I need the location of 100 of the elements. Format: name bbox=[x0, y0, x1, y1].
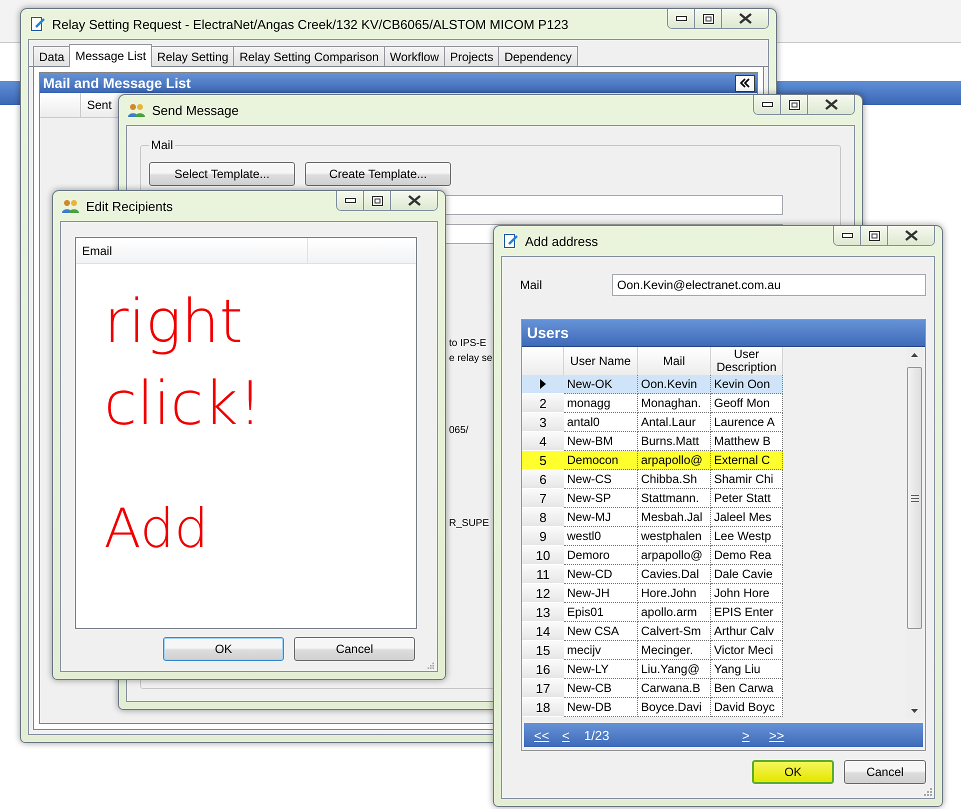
table-cell: New-MJ bbox=[564, 508, 638, 527]
table-cell: Demoro bbox=[564, 546, 638, 565]
table-cell: Jaleel Mes bbox=[711, 508, 783, 527]
table-cell: Chibba.Sh bbox=[638, 470, 711, 489]
tab[interactable]: Data bbox=[33, 46, 70, 66]
minimize-button[interactable] bbox=[337, 191, 364, 210]
table-cell: New-CB bbox=[564, 679, 638, 698]
minimize-button[interactable] bbox=[668, 9, 695, 28]
panel-title: Mail and Message List bbox=[43, 75, 191, 91]
table-cell: Dale Cavie bbox=[711, 565, 783, 584]
maximize-icon bbox=[788, 100, 800, 110]
resize-grip-icon[interactable] bbox=[922, 786, 932, 796]
resize-grip-icon[interactable] bbox=[425, 661, 435, 669]
close-button[interactable] bbox=[888, 226, 934, 245]
ok-button[interactable]: OK bbox=[752, 760, 834, 784]
close-icon bbox=[824, 99, 838, 110]
maximize-button[interactable] bbox=[695, 9, 722, 28]
scroll-thumb[interactable] bbox=[907, 367, 922, 629]
table-cell: antal0 bbox=[564, 413, 638, 432]
table-cell: arpapollo@ bbox=[638, 451, 711, 470]
row-number: 8 bbox=[539, 510, 547, 524]
close-button[interactable] bbox=[391, 191, 437, 210]
column-header: Email bbox=[76, 238, 308, 263]
table-cell: Ben Carwa bbox=[711, 679, 783, 698]
table-cell: Kevin Oon bbox=[711, 375, 783, 394]
maximize-icon bbox=[868, 230, 880, 240]
column-header[interactable]: Mail bbox=[638, 347, 711, 375]
table-cell: Boyce.Davi bbox=[638, 698, 711, 717]
handwritten-note: click! bbox=[104, 374, 262, 434]
close-button[interactable] bbox=[722, 9, 768, 28]
close-icon bbox=[408, 195, 420, 206]
collapse-button[interactable] bbox=[735, 74, 755, 92]
window-title: Send Message bbox=[152, 102, 239, 118]
table-cell: Arthur Calv bbox=[711, 622, 783, 641]
maximize-button[interactable] bbox=[861, 226, 888, 245]
cancel-button[interactable]: Cancel bbox=[844, 760, 926, 784]
close-icon bbox=[738, 13, 752, 24]
row-number: 9 bbox=[539, 528, 547, 544]
maximize-icon bbox=[372, 196, 382, 206]
tab[interactable]: Relay Setting Comparison bbox=[233, 46, 385, 66]
row-number: 13 bbox=[536, 604, 550, 620]
close-button[interactable] bbox=[808, 95, 854, 114]
column-header[interactable]: User Description bbox=[711, 347, 783, 375]
row-number: 3 bbox=[539, 414, 547, 430]
table-cell: Liu.Yang@ bbox=[638, 660, 711, 679]
table-cell: Democon bbox=[564, 451, 638, 470]
maximize-button[interactable] bbox=[781, 95, 808, 114]
minimize-button[interactable] bbox=[754, 95, 781, 114]
tab[interactable]: Workflow bbox=[384, 46, 445, 66]
table-cell: Victor Meci bbox=[711, 641, 783, 660]
table-cell: Yang Liu bbox=[711, 660, 783, 679]
cancel-button[interactable]: Cancel bbox=[294, 637, 415, 661]
tab[interactable]: Message List bbox=[69, 44, 152, 67]
table-cell: John Hore bbox=[711, 584, 783, 603]
next-page-link[interactable]: > bbox=[742, 728, 769, 742]
table-cell: New CSA bbox=[564, 622, 638, 641]
table-cell: Oon.Kevin bbox=[638, 375, 711, 394]
people-icon bbox=[128, 102, 146, 118]
minimize-icon bbox=[676, 16, 686, 21]
template-button[interactable]: Select Template... bbox=[149, 162, 295, 186]
table-cell: Peter Statt bbox=[711, 489, 783, 508]
mail-field[interactable]: Oon.Kevin@electranet.com.au bbox=[612, 274, 926, 296]
people-icon bbox=[62, 198, 80, 214]
row-number: 18 bbox=[536, 700, 550, 714]
row-number: 10 bbox=[536, 548, 550, 562]
table-cell: Mecinger. bbox=[638, 641, 711, 660]
maximize-button[interactable] bbox=[364, 191, 391, 210]
field-label: Mail bbox=[520, 277, 544, 294]
tab[interactable]: Projects bbox=[444, 46, 500, 66]
table-cell: Cavies.Dal bbox=[638, 565, 711, 584]
list-box[interactable]: Email right click! Add bbox=[75, 237, 417, 629]
table-cell: westphalen bbox=[638, 527, 711, 546]
first-page-link[interactable]: << bbox=[534, 728, 562, 742]
table-cell: monagg bbox=[564, 394, 638, 413]
handwritten-note: right bbox=[104, 292, 243, 352]
table-cell: David Boyc bbox=[711, 698, 783, 717]
minimize-button[interactable] bbox=[834, 226, 861, 245]
row-number: 6 bbox=[539, 472, 547, 486]
table-cell: New-OK bbox=[564, 375, 638, 394]
row-number: 17 bbox=[536, 680, 550, 696]
previous-page-link[interactable]: < bbox=[562, 728, 584, 742]
grip-lines-icon bbox=[910, 494, 918, 502]
text-fragment: e relay se bbox=[449, 352, 492, 366]
window-title: Edit Recipients bbox=[86, 198, 173, 214]
column-header: Sent bbox=[86, 97, 113, 114]
template-button[interactable]: Create Template... bbox=[305, 162, 451, 186]
table-cell: Carwana.B bbox=[638, 679, 711, 698]
maximize-icon bbox=[702, 14, 714, 24]
tab[interactable]: Dependency bbox=[498, 46, 578, 66]
table-cell: New-SP bbox=[564, 489, 638, 508]
row-number: 11 bbox=[536, 566, 550, 582]
last-page-link[interactable]: >> bbox=[769, 728, 799, 742]
tab[interactable]: Relay Setting bbox=[151, 46, 234, 66]
grid-title: Users bbox=[527, 324, 569, 342]
table-cell: Mesbah.Jal bbox=[638, 508, 711, 527]
table-cell: Epis01 bbox=[564, 603, 638, 622]
table-cell: New-CS bbox=[564, 470, 638, 489]
column-header[interactable]: User Name bbox=[564, 347, 638, 375]
ok-button[interactable]: OK bbox=[163, 637, 284, 661]
table-cell: New-JH bbox=[564, 584, 638, 603]
